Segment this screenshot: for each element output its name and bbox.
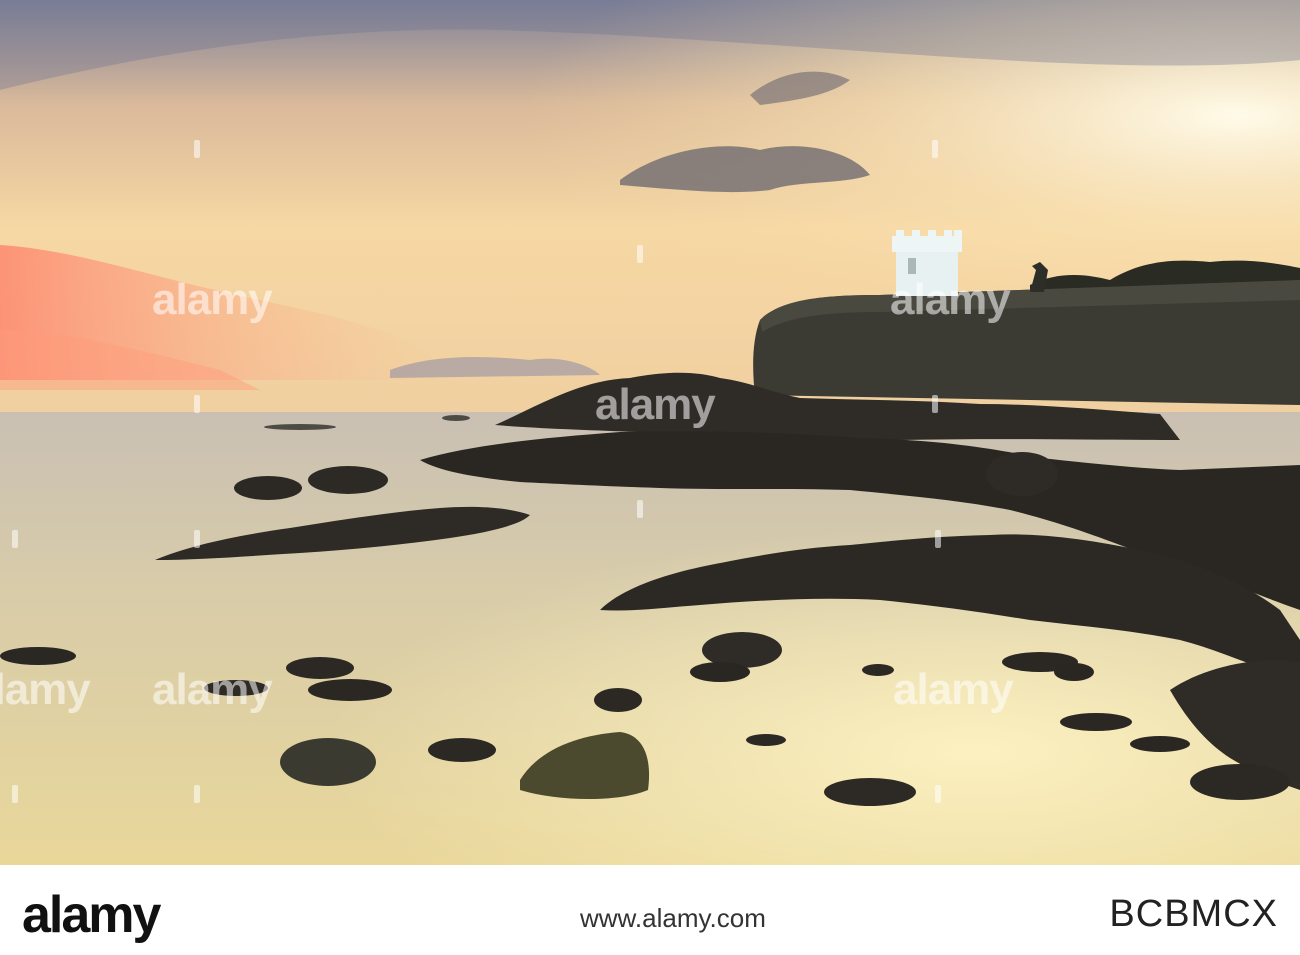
- rock: [234, 476, 302, 500]
- rock: [308, 679, 392, 701]
- rock: [204, 680, 268, 696]
- tower-window: [908, 258, 916, 274]
- rock: [428, 738, 496, 762]
- rock: [1060, 713, 1132, 731]
- distant-rock: [264, 424, 336, 430]
- rock: [1130, 736, 1190, 752]
- rock: [862, 664, 894, 676]
- tower-crenel: [896, 230, 904, 238]
- rock: [824, 778, 916, 806]
- footer-bar: alamy www.alamy.com BCBMCX: [0, 865, 1300, 955]
- coastal-sunset-photo: alamy alamy alamy alamy alamy alamy: [0, 0, 1300, 865]
- rock: [1086, 611, 1114, 621]
- site-url: www.alamy.com: [580, 903, 766, 933]
- rock-mossy: [280, 738, 376, 786]
- rock: [594, 688, 642, 712]
- image-id: BCBMCX: [1109, 893, 1278, 935]
- rock: [746, 734, 786, 746]
- scene-illustration: [0, 0, 1300, 865]
- rock: [986, 452, 1058, 496]
- alamy-logo: alamy: [22, 886, 161, 944]
- rock: [286, 657, 354, 679]
- rock: [1190, 764, 1290, 800]
- tower-crenel: [912, 230, 920, 238]
- tower-body: [896, 250, 958, 296]
- rock: [308, 466, 388, 494]
- tower-parapet: [892, 236, 962, 252]
- tower-crenel: [928, 230, 936, 238]
- rock: [0, 647, 76, 665]
- distant-rock: [442, 415, 470, 421]
- tower-crenel: [954, 230, 962, 238]
- rock: [1054, 663, 1094, 681]
- rock: [690, 662, 750, 682]
- tower-crenel: [944, 230, 952, 238]
